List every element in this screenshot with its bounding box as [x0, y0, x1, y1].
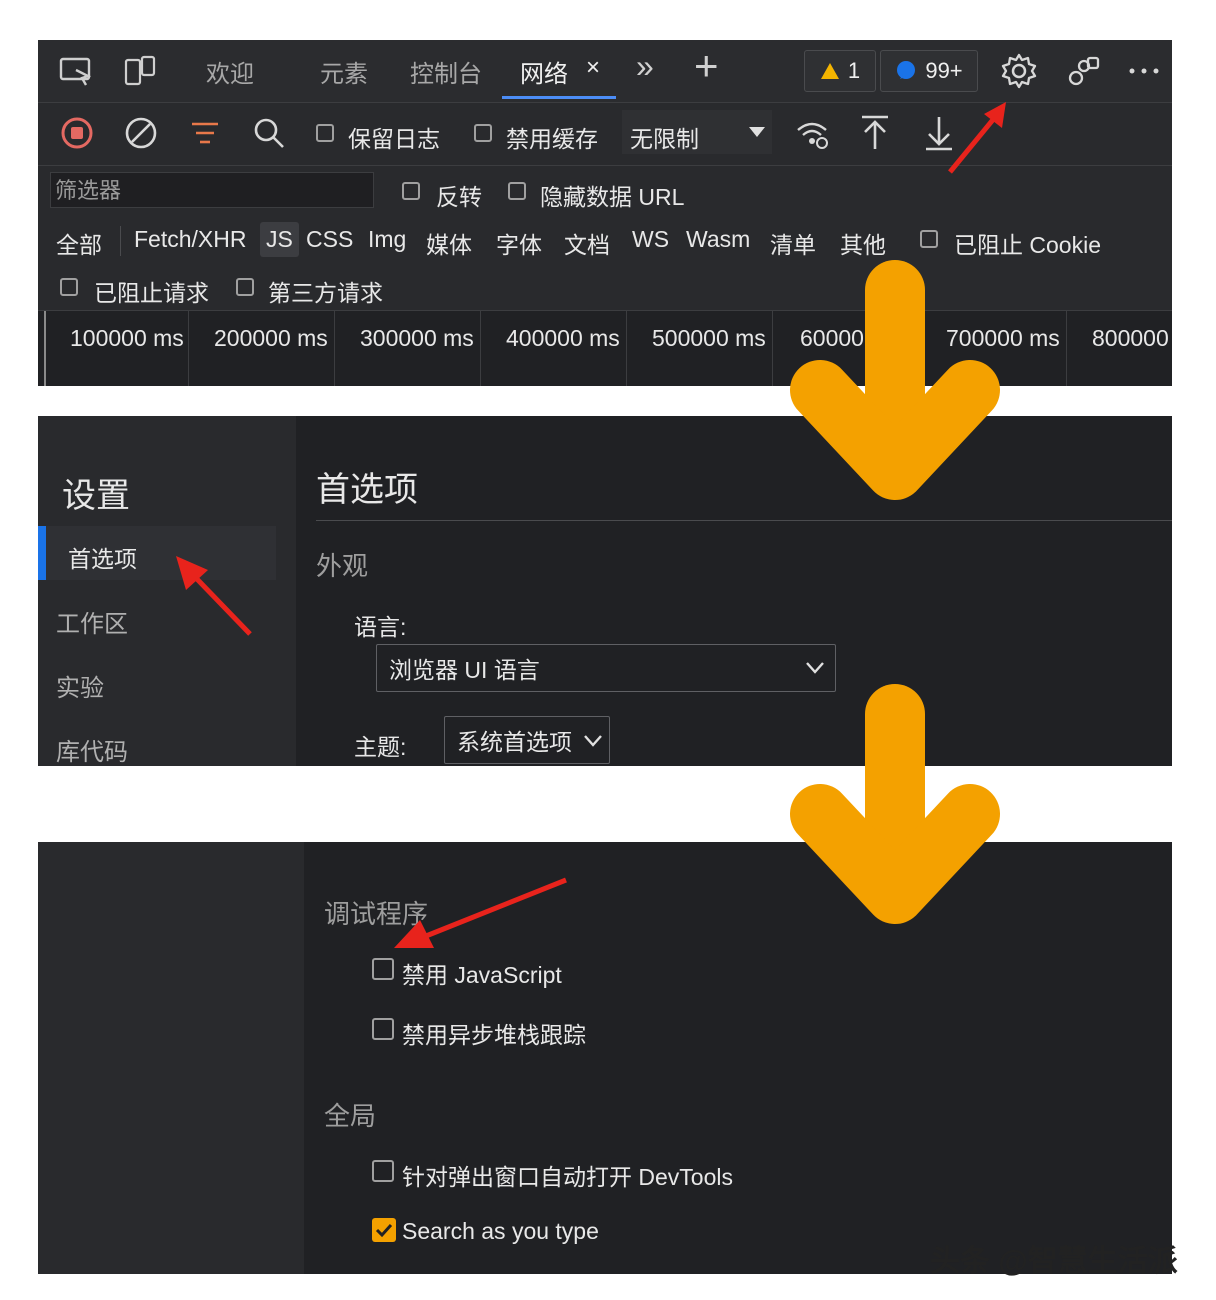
- throttle-select[interactable]: 无限制: [622, 110, 772, 154]
- upload-icon[interactable]: [858, 114, 892, 152]
- theme-select[interactable]: 系统首选项: [444, 716, 610, 764]
- hide-data-url-checkbox[interactable]: [508, 182, 526, 200]
- search-as-you-type-checkbox[interactable]: [372, 1218, 396, 1242]
- chevron-down-icon: [806, 662, 824, 674]
- tab-close-icon[interactable]: ×: [586, 54, 600, 82]
- preserve-log-checkbox[interactable]: [316, 124, 334, 142]
- settings-title: 设置: [62, 477, 130, 515]
- sidebar-active-indicator: [38, 526, 46, 580]
- timeline-tick: 100000 ms: [70, 325, 184, 351]
- message-badge[interactable]: 99+: [880, 50, 978, 92]
- settings-sidebar: [38, 842, 304, 1274]
- type-filter-fetch-xhr[interactable]: Fetch/XHR: [134, 226, 246, 253]
- device-toolbar-icon[interactable]: [122, 54, 158, 88]
- disable-async-checkbox[interactable]: [372, 1018, 394, 1040]
- chevron-down-icon: [584, 735, 602, 747]
- type-filter-wasm[interactable]: Wasm: [686, 226, 750, 253]
- timeline-tick: 300000 ms: [360, 325, 474, 351]
- auto-open-devtools-label: 针对弹出窗口自动打开 DevTools: [402, 1164, 733, 1190]
- timeline-tick: 800000: [1092, 325, 1169, 351]
- type-filter-media[interactable]: 媒体: [426, 226, 472, 260]
- timeline-tick: 500000 ms: [652, 325, 766, 351]
- warning-icon: [820, 63, 839, 79]
- preserve-log-label: 保留日志: [348, 126, 440, 152]
- dropdown-triangle-icon: [749, 127, 765, 137]
- language-label: 语言:: [354, 614, 407, 640]
- disable-cache-checkbox[interactable]: [474, 124, 492, 142]
- title-divider: [316, 520, 1172, 521]
- sidebar-item-label: 首选项: [68, 546, 137, 572]
- theme-value: 系统首选项: [457, 729, 572, 755]
- invert-label: 反转: [436, 184, 482, 210]
- timeline-tick: 400000 ms: [506, 325, 620, 351]
- tab-console[interactable]: 控制台: [410, 54, 482, 89]
- search-as-you-type-label: Search as you type: [402, 1218, 599, 1244]
- message-count: 99+: [925, 58, 963, 83]
- warning-badge[interactable]: 1: [804, 50, 876, 92]
- network-conditions-icon[interactable]: [794, 118, 830, 150]
- theme-label: 主题:: [354, 734, 407, 760]
- more-tabs-icon[interactable]: »: [636, 48, 654, 85]
- type-filter-img[interactable]: Img: [368, 226, 406, 253]
- disable-async-label: 禁用异步堆栈跟踪: [402, 1022, 586, 1048]
- tab-elements[interactable]: 元素: [320, 54, 368, 89]
- tab-network[interactable]: 网络: [520, 54, 568, 89]
- auto-open-devtools-checkbox[interactable]: [372, 1160, 394, 1182]
- page-title: 首选项: [316, 471, 418, 509]
- filter-input[interactable]: 筛选器: [50, 172, 374, 208]
- record-icon[interactable]: [60, 116, 94, 150]
- invert-checkbox[interactable]: [402, 182, 420, 200]
- section-appearance: 外观: [316, 551, 369, 581]
- disable-js-checkbox[interactable]: [372, 958, 394, 980]
- message-icon: [897, 61, 916, 79]
- third-party-checkbox[interactable]: [236, 278, 254, 296]
- clear-icon[interactable]: [124, 116, 158, 150]
- tab-welcome[interactable]: 欢迎: [206, 54, 254, 89]
- customize-icon[interactable]: [1064, 52, 1102, 90]
- section-global: 全局: [324, 1101, 377, 1131]
- throttle-value: 无限制: [630, 126, 699, 152]
- red-arrow-disable-js: [394, 877, 567, 948]
- hide-data-url-label: 隐藏数据 URL: [540, 184, 685, 210]
- blocked-cookies-label: 已阻止 Cookie: [954, 232, 1101, 258]
- type-filter-css[interactable]: CSS: [306, 226, 353, 253]
- type-filter-manifest[interactable]: 清单: [770, 226, 816, 260]
- type-filter-all[interactable]: 全部: [56, 226, 102, 260]
- type-filter-js[interactable]: JS: [260, 222, 299, 257]
- orange-down-arrow-2: [790, 684, 1000, 924]
- disable-cache-label: 禁用缓存: [506, 126, 598, 152]
- type-filter-ws[interactable]: WS: [632, 226, 669, 253]
- sidebar-item-workspace[interactable]: 工作区: [56, 604, 128, 639]
- inspect-icon[interactable]: [58, 54, 94, 88]
- sidebar-item-library-code[interactable]: 库代码: [56, 732, 128, 767]
- type-divider: [120, 226, 121, 256]
- more-options-icon[interactable]: [1126, 56, 1162, 86]
- blocked-cookies-checkbox[interactable]: [920, 230, 938, 248]
- type-filter-other[interactable]: 其他: [840, 226, 886, 260]
- red-arrow-preferences: [176, 556, 252, 636]
- third-party-label: 第三方请求: [268, 280, 383, 306]
- type-filter-doc[interactable]: 文档: [564, 226, 610, 260]
- type-filter-font[interactable]: 字体: [496, 226, 542, 260]
- language-select[interactable]: 浏览器 UI 语言: [376, 644, 836, 692]
- gear-icon[interactable]: [1000, 52, 1038, 90]
- active-tab-indicator: [502, 96, 616, 99]
- language-value: 浏览器 UI 语言: [389, 657, 540, 683]
- checkmark-icon: [375, 1223, 393, 1238]
- filter-icon[interactable]: [188, 118, 222, 148]
- red-arrow-settings: [948, 102, 1006, 174]
- warning-count: 1: [847, 58, 861, 83]
- watermark: 头条 @智慧生活派: [930, 1245, 1178, 1278]
- disable-js-label: 禁用 JavaScript: [402, 962, 562, 988]
- blocked-requests-checkbox[interactable]: [60, 278, 78, 296]
- search-icon[interactable]: [252, 116, 286, 150]
- orange-down-arrow-1: [790, 260, 1000, 500]
- add-tab-icon[interactable]: +: [694, 42, 719, 90]
- timeline-tick: 200000 ms: [214, 325, 328, 351]
- sidebar-item-experiments[interactable]: 实验: [56, 668, 104, 703]
- blocked-requests-label: 已阻止请求: [94, 280, 209, 306]
